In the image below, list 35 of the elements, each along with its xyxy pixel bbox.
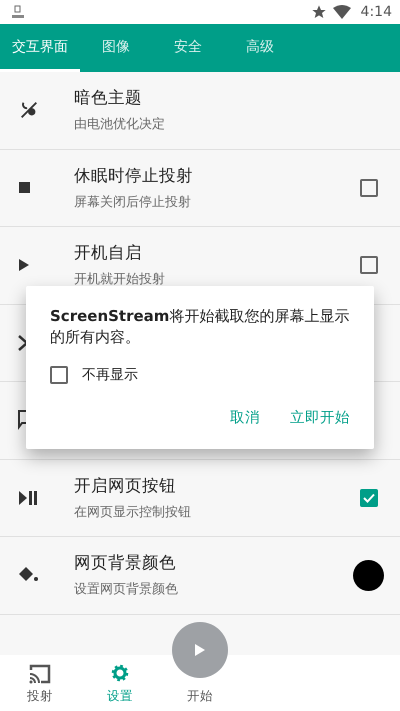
color-swatch[interactable]: [353, 560, 384, 591]
cast-icon: [29, 664, 51, 684]
star-icon: [310, 4, 327, 20]
stop-icon: [18, 180, 32, 195]
setting-title: 暗色主题: [74, 87, 143, 110]
settings-icon: [109, 662, 131, 684]
dialog-button[interactable]: 立即开始: [290, 404, 350, 431]
setting-subtitle: 由电池优化决定: [74, 116, 166, 134]
setting-title: 开启网页按钮: [74, 474, 177, 497]
dialog-button[interactable]: 取消: [230, 404, 260, 431]
tab[interactable]: 安全: [152, 24, 224, 72]
checkbox[interactable]: [360, 178, 378, 197]
clock: 4:14: [360, 4, 392, 20]
play-icon: [194, 643, 206, 657]
nav-item[interactable]: 开始: [160, 687, 240, 711]
setting-title: 开机自启: [74, 242, 143, 264]
tab[interactable]: 图像: [80, 24, 152, 72]
checkbox-label: 不再显示: [82, 366, 138, 384]
setting-subtitle: 开机就开始投射: [74, 271, 166, 288]
play-pause-icon: [18, 490, 38, 506]
checkbox[interactable]: [360, 256, 378, 274]
setting-title: 休眠时停止投射: [74, 164, 194, 187]
checkbox[interactable]: [50, 366, 68, 384]
setting-subtitle: 屏幕关闭后停止投射: [74, 194, 192, 211]
nav-item[interactable]: 设置: [80, 661, 160, 711]
tab[interactable]: 交互界面: [0, 24, 80, 72]
checkbox[interactable]: [360, 488, 378, 507]
nav-item[interactable]: 投射: [0, 663, 80, 711]
setting-subtitle: 在网页显示控制按钮: [74, 504, 192, 521]
play-icon: [18, 258, 30, 272]
setting-subtitle: 设置网页背景颜色: [74, 581, 179, 598]
dialog-message: ScreenStream将开始截取您的屏幕上显示的所有内容。: [50, 306, 350, 348]
tab[interactable]: 高级: [224, 24, 296, 72]
setting-title: 网页背景颜色: [74, 552, 177, 574]
wifi-icon: [332, 5, 351, 19]
